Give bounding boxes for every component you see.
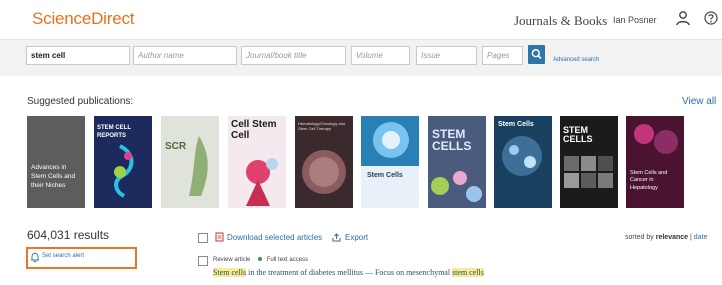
cover-art <box>246 158 278 206</box>
search-icon <box>531 49 542 60</box>
volume-input[interactable]: Volume <box>351 46 410 65</box>
book-cover[interactable]: Stem Cells <box>361 116 419 208</box>
view-all-link[interactable]: View all <box>682 96 716 107</box>
book-title: Stem Cells <box>498 121 534 128</box>
keywords-input[interactable]: stem cell <box>26 46 130 65</box>
search-button[interactable] <box>528 45 545 64</box>
cover-art <box>302 150 346 194</box>
book-carousel: Advances in Stem Cells and their Niches … <box>27 116 687 208</box>
book-cover[interactable]: Cell Stem Cell <box>228 116 286 208</box>
set-search-alert-button[interactable]: Set search alert <box>26 247 137 269</box>
book-title: STEM CELLS <box>432 127 472 153</box>
book-cover[interactable]: STEM CELLS <box>428 116 486 208</box>
bell-icon <box>31 252 39 263</box>
issue-input[interactable]: Issue <box>416 46 477 65</box>
author-input[interactable]: Author name <box>133 46 237 65</box>
cover-art <box>502 136 542 176</box>
cover-art <box>189 136 208 196</box>
results-count: 604,031 results <box>27 228 110 242</box>
journal-title-input[interactable]: Journal/book title <box>241 46 346 65</box>
book-cover[interactable]: STEM CELLS <box>560 116 618 208</box>
access-dot <box>258 257 263 262</box>
pages-input[interactable]: Pages <box>482 46 523 65</box>
book-title: STEM CELL REPORTS <box>97 125 131 140</box>
select-all-checkbox[interactable] <box>198 233 208 243</box>
journals-books-link[interactable]: Journals & Books <box>514 13 607 29</box>
search-bar: stem cell Author name Journal/book title… <box>0 40 722 76</box>
book-cover[interactable]: Stem Cells and Cancer in Hepatology <box>626 116 684 208</box>
book-title: Advances in Stem Cells and their Niches <box>31 164 76 189</box>
highlight-term: stem cells <box>452 268 484 277</box>
sort-label: sorted by <box>625 234 654 241</box>
help-icon[interactable] <box>704 11 718 25</box>
book-title: Stem Cells <box>367 172 403 179</box>
book-cover[interactable]: SCR <box>161 116 219 208</box>
sort-relevance-link[interactable]: relevance <box>656 234 688 241</box>
book-title: Cell Stem Cell <box>231 119 277 141</box>
article-access: Full text access <box>266 257 309 263</box>
site-header: ScienceDirect Journals & Books Ian Posne… <box>0 0 722 40</box>
cover-art <box>361 116 419 166</box>
book-cover[interactable]: STEM CELL REPORTS <box>94 116 152 208</box>
sort-control: sorted by relevance | date <box>625 234 707 241</box>
article-meta: Review article Full text access <box>213 257 308 263</box>
advanced-search-link[interactable]: Advanced search <box>553 57 599 63</box>
book-title: Hematology/Oncology and Stem Cell Therap… <box>298 121 346 132</box>
book-title: STEM CELLS <box>563 125 593 145</box>
article-type: Review article <box>213 257 251 263</box>
highlight-term: Stem cells <box>213 268 247 277</box>
cover-art <box>564 156 613 188</box>
export-label: Export <box>345 233 369 242</box>
article-checkbox[interactable] <box>198 256 208 266</box>
sort-separator: | <box>690 234 692 241</box>
user-name[interactable]: Ian Posner <box>613 15 657 25</box>
download-selected-articles[interactable]: Download selected articles <box>215 232 323 242</box>
article-title-text: in the treatment of diabetes mellitus — … <box>246 268 453 277</box>
download-selected-label: Download selected articles <box>227 233 323 242</box>
pdf-icon <box>215 232 224 242</box>
user-icon[interactable] <box>675 10 691 26</box>
export-icon <box>332 233 341 242</box>
book-cover[interactable]: Hematology/Oncology and Stem Cell Therap… <box>295 116 353 208</box>
sciencedirect-logo[interactable]: ScienceDirect <box>32 9 134 29</box>
sort-date-link[interactable]: date <box>694 234 708 241</box>
cover-art <box>634 124 678 154</box>
article-title-link[interactable]: Stem cells in the treatment of diabetes … <box>213 268 484 277</box>
book-cover[interactable]: Stem Cells <box>494 116 552 208</box>
set-search-alert-label: Set search alert <box>42 253 85 259</box>
book-title: Stem Cells and Cancer in Hepatology <box>630 170 668 191</box>
cover-art <box>431 171 482 202</box>
cover-art <box>114 144 134 198</box>
suggested-heading: Suggested publications: <box>27 96 134 107</box>
book-cover[interactable]: Advances in Stem Cells and their Niches <box>27 116 85 208</box>
export-button[interactable]: Export <box>332 233 368 242</box>
